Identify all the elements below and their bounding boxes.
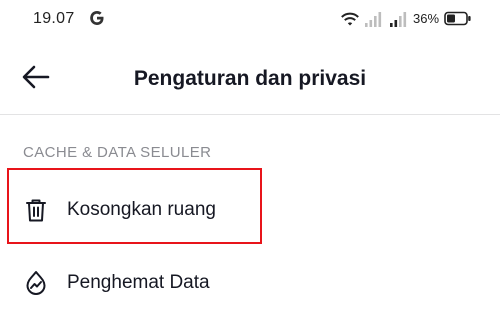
- page-title: Pengaturan dan privasi: [133, 67, 367, 90]
- status-bar: 19.07 36%: [0, 0, 500, 38]
- section-header: CACHE & DATA SELULER: [23, 144, 212, 161]
- settings-item-label: Penghemat Data: [67, 272, 210, 293]
- settings-item-data-saver[interactable]: Penghemat Data: [0, 251, 500, 317]
- settings-item-clear-space[interactable]: Kosongkan ruang: [0, 178, 500, 244]
- signal-icon: [365, 12, 382, 27]
- battery-percent: 36%: [413, 11, 440, 26]
- header-divider: [0, 114, 500, 115]
- battery-icon: [444, 11, 471, 26]
- wifi-icon: [341, 12, 359, 26]
- settings-item-label: Kosongkan ruang: [67, 199, 216, 220]
- status-time: 19.07: [33, 10, 75, 27]
- google-g-icon: [90, 11, 104, 25]
- top-navigation-bar: Pengaturan dan privasi: [0, 38, 500, 114]
- data-saver-icon: [26, 271, 46, 295]
- trash-icon: [26, 199, 46, 222]
- signal-icon: [390, 12, 407, 27]
